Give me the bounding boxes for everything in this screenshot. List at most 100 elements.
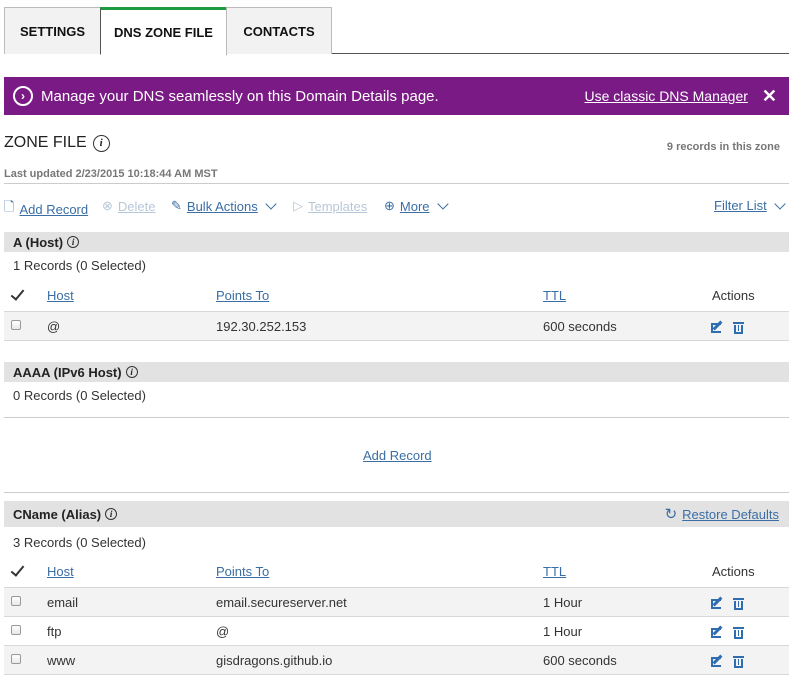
toolbar: 🗋 Add Record ⊗ Delete ✎ Bulk Actions ▷ T… bbox=[4, 197, 789, 220]
section-cname-header: CName (Alias) i ↻ Restore Defaults bbox=[4, 501, 789, 527]
row-points-to: email.secureserver.net bbox=[216, 595, 347, 610]
row-host: www bbox=[47, 653, 76, 668]
zone-title-text: ZONE FILE bbox=[4, 134, 87, 151]
info-icon[interactable]: i bbox=[125, 366, 138, 378]
templates-label: Templates bbox=[308, 198, 368, 214]
edit-icon[interactable] bbox=[711, 596, 724, 609]
row-points-to: @ bbox=[216, 624, 230, 639]
row-actions bbox=[711, 596, 744, 610]
trash-icon[interactable] bbox=[733, 655, 744, 668]
info-banner: › Manage your DNS seamlessly on this Dom… bbox=[4, 77, 789, 115]
info-icon[interactable]: i bbox=[105, 508, 118, 520]
section-aaaa-count: 0 Records (0 Selected) bbox=[13, 388, 146, 403]
select-all-check-icon[interactable] bbox=[10, 563, 24, 577]
column-actions: Actions bbox=[712, 288, 755, 303]
select-all-check-icon[interactable] bbox=[10, 287, 24, 301]
tab-bar: SETTINGS DNS ZONE FILE CONTACTS bbox=[4, 7, 789, 55]
section-a-column-headers: Host Points To TTL Actions bbox=[4, 285, 789, 307]
divider bbox=[4, 674, 789, 675]
row-host: @ bbox=[47, 319, 61, 334]
restore-defaults-button[interactable]: ↻ Restore Defaults bbox=[665, 504, 779, 524]
banner-message: Manage your DNS seamlessly on this Domai… bbox=[41, 87, 439, 105]
refresh-icon: ↻ bbox=[664, 506, 678, 523]
divider bbox=[4, 417, 789, 418]
row-checkbox[interactable] bbox=[11, 596, 21, 606]
column-host[interactable]: Host bbox=[47, 564, 74, 579]
column-ttl[interactable]: TTL bbox=[543, 288, 566, 303]
table-row: @ 192.30.252.153 600 seconds bbox=[4, 311, 789, 340]
trash-icon[interactable] bbox=[733, 597, 744, 610]
classic-dns-manager-link[interactable]: Use classic DNS Manager bbox=[585, 88, 748, 104]
chevron-down-icon bbox=[265, 198, 277, 210]
filter-list-dropdown[interactable]: Filter List bbox=[714, 197, 786, 213]
trash-icon[interactable] bbox=[733, 321, 744, 334]
row-points-to: 192.30.252.153 bbox=[216, 319, 307, 334]
section-a-title: A (Host) bbox=[13, 234, 64, 250]
trash-icon[interactable] bbox=[733, 626, 744, 639]
plus-circle-icon: ⊕ bbox=[384, 198, 395, 213]
table-row: email email.secureserver.net 1 Hour bbox=[4, 587, 789, 616]
delete-label: Delete bbox=[117, 198, 156, 214]
chevron-right-circle-icon: › bbox=[13, 86, 33, 106]
row-actions bbox=[711, 625, 744, 639]
bulk-edit-icon: ✎ bbox=[171, 198, 182, 213]
divider bbox=[4, 492, 789, 493]
chevron-down-icon bbox=[436, 198, 449, 210]
row-points-to: gisdragons.github.io bbox=[216, 653, 333, 668]
add-record-button[interactable]: 🗋 Add Record bbox=[4, 198, 88, 220]
restore-defaults-label: Restore Defaults bbox=[682, 506, 779, 522]
close-icon[interactable]: ✕ bbox=[762, 86, 777, 107]
section-cname-count: 3 Records (0 Selected) bbox=[13, 535, 146, 550]
more-label: More bbox=[399, 198, 430, 214]
row-host: ftp bbox=[47, 624, 62, 639]
divider bbox=[4, 340, 789, 341]
section-a-count: 1 Records (0 Selected) bbox=[13, 258, 146, 273]
page-title: ZONE FILE i bbox=[4, 134, 110, 152]
records-count: 9 records in this zone bbox=[666, 141, 780, 153]
edit-icon[interactable] bbox=[711, 320, 724, 333]
column-ttl[interactable]: TTL bbox=[543, 564, 566, 579]
chevron-down-icon bbox=[774, 197, 786, 210]
section-aaaa-title: AAAA (IPv6 Host) bbox=[13, 364, 122, 380]
column-points-to[interactable]: Points To bbox=[216, 564, 269, 579]
table-row: ftp @ 1 Hour bbox=[4, 616, 789, 645]
section-a-header: A (Host) i bbox=[4, 232, 789, 252]
delete-circle-icon: ⊗ bbox=[102, 198, 113, 213]
column-host[interactable]: Host bbox=[47, 288, 74, 303]
new-document-icon: 🗋 bbox=[4, 199, 15, 214]
filter-list-label: Filter List bbox=[714, 198, 767, 213]
templates-icon: ▷ bbox=[293, 198, 303, 213]
column-actions: Actions bbox=[712, 564, 755, 579]
edit-icon[interactable] bbox=[711, 625, 724, 638]
row-ttl: 600 seconds bbox=[543, 319, 617, 334]
more-dropdown[interactable]: ⊕ More bbox=[384, 198, 449, 214]
bulk-actions-label: Bulk Actions bbox=[186, 198, 258, 214]
bulk-actions-dropdown[interactable]: ✎ Bulk Actions bbox=[171, 198, 277, 214]
section-cname-title: CName (Alias) bbox=[13, 506, 102, 522]
info-icon[interactable]: i bbox=[67, 236, 80, 248]
column-points-to[interactable]: Points To bbox=[216, 288, 269, 303]
delete-button[interactable]: ⊗ Delete bbox=[102, 198, 155, 214]
row-actions bbox=[711, 654, 744, 668]
row-actions bbox=[711, 320, 744, 334]
add-record-label: Add Record bbox=[19, 201, 89, 217]
tab-dns-zone-file[interactable]: DNS ZONE FILE bbox=[100, 7, 227, 55]
row-ttl: 1 Hour bbox=[543, 595, 583, 610]
table-row: www gisdragons.github.io 600 seconds bbox=[4, 645, 789, 674]
last-updated: Last updated 2/23/2015 10:18:44 AM MST bbox=[4, 168, 218, 180]
section-cname-column-headers: Host Points To TTL Actions bbox=[4, 561, 789, 583]
row-checkbox[interactable] bbox=[11, 320, 21, 330]
row-checkbox[interactable] bbox=[11, 654, 21, 664]
info-icon[interactable]: i bbox=[92, 134, 110, 152]
row-ttl: 600 seconds bbox=[543, 653, 617, 668]
edit-icon[interactable] bbox=[711, 654, 724, 667]
add-record-link[interactable]: Add Record bbox=[363, 448, 432, 463]
section-aaaa-header: AAAA (IPv6 Host) i bbox=[4, 362, 789, 382]
divider bbox=[4, 183, 789, 184]
row-checkbox[interactable] bbox=[11, 625, 21, 635]
tab-contacts[interactable]: CONTACTS bbox=[226, 7, 332, 54]
row-ttl: 1 Hour bbox=[543, 624, 583, 639]
row-host: email bbox=[47, 595, 79, 610]
tab-settings[interactable]: SETTINGS bbox=[4, 7, 101, 54]
templates-button[interactable]: ▷ Templates bbox=[293, 198, 367, 214]
